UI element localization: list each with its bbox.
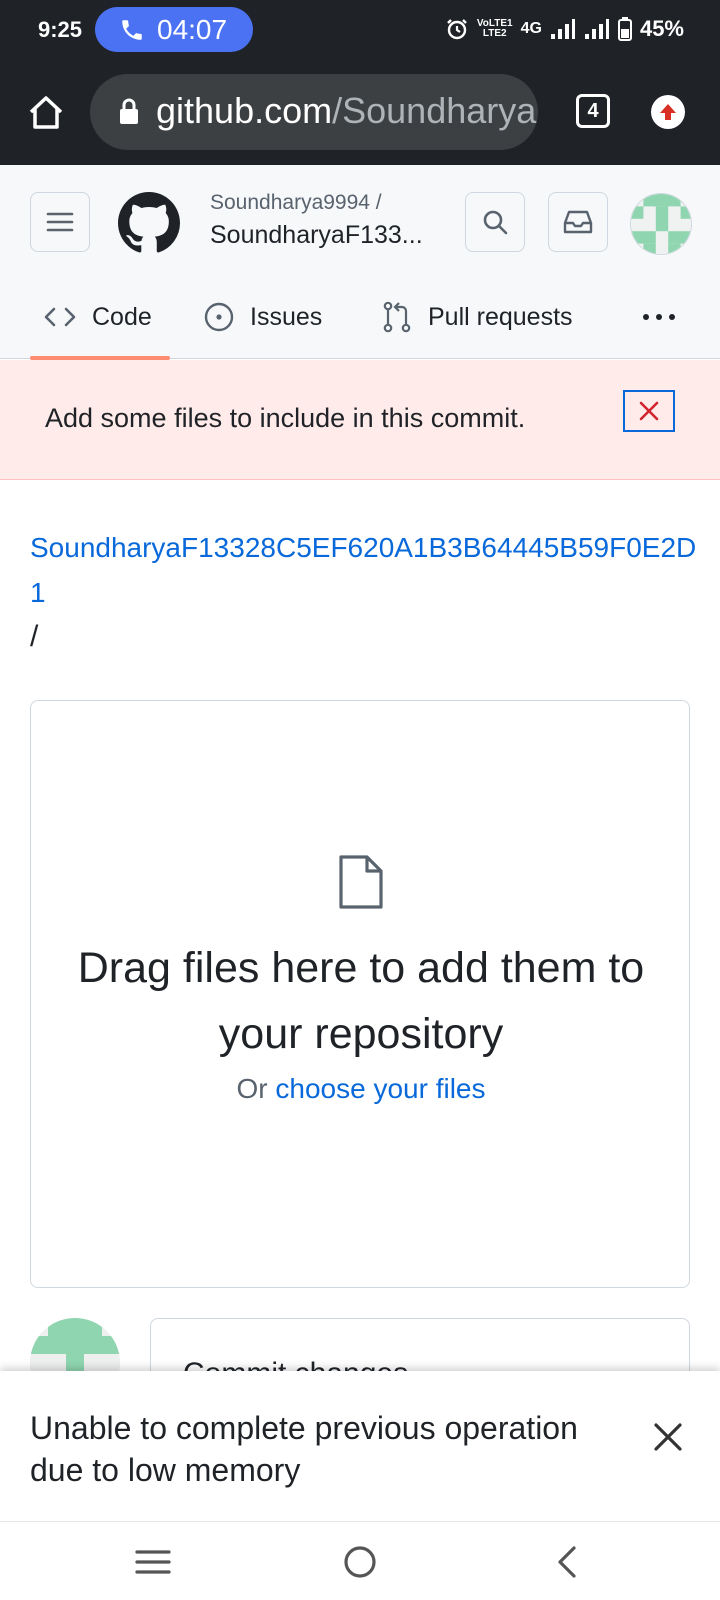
repo-name-link[interactable]: SoundharyaF133... [210,221,423,250]
status-icons: VoLTE1 LTE2 4G 45% [445,16,684,42]
repo-tabs: Code Issues Pull requests [0,275,720,360]
lock-icon [120,98,138,124]
tab-code[interactable]: Code [30,275,170,360]
browser-toolbar: github.com/Soundharya9994/SoundharyaF133… [0,62,720,165]
back-icon[interactable] [548,1542,588,1582]
battery-icon [617,17,632,41]
breadcrumb-repo-link[interactable]: SoundharyaF13328C5EF620A1B3B64445B59F0E2… [30,525,700,615]
status-bar: 9:25 04:07 VoLTE1 LTE2 4G 45% [0,0,720,62]
tab-issues[interactable]: Issues [204,275,322,359]
search-icon [483,210,508,235]
address-bar[interactable]: github.com/Soundharya9994/SoundharyaF133… [90,74,538,150]
repo-owner-link[interactable]: Soundharya9994 / [210,191,382,215]
code-icon [44,307,76,327]
user-avatar[interactable] [630,193,692,255]
issue-icon [204,302,234,332]
network-type: 4G [520,20,542,37]
github-logo-icon[interactable] [118,192,180,254]
breadcrumb-separator: / [30,620,39,653]
system-navigation-bar [0,1521,720,1600]
battery-percent: 45% [639,16,684,41]
url-host: github.com [156,90,333,131]
status-time: 9:25 [38,17,83,42]
snackbar-message: Unable to complete previous operation du… [30,1410,578,1488]
choose-files-link[interactable]: choose your files [275,1073,485,1104]
flash-dismiss-button[interactable] [623,390,675,432]
home-circle-icon[interactable] [340,1542,380,1582]
github-header: Soundharya9994 / SoundharyaF133... Code … [0,165,720,360]
recent-apps-icon[interactable] [133,1542,173,1582]
home-icon[interactable] [26,92,66,132]
close-icon [639,401,659,421]
inbox-button[interactable] [548,192,608,252]
menu-button[interactable] [30,192,90,252]
alarm-icon [447,19,467,40]
url-path: /Soundharya9994/SoundharyaF13328C5EF620A… [332,90,538,131]
ongoing-call-pill[interactable]: 04:07 [95,7,253,52]
drop-zone-title: Drag files here to add them to your repo… [77,944,645,1058]
signal-2-icon [584,19,609,39]
signal-1-icon [550,19,575,39]
update-icon[interactable] [651,95,685,129]
flash-message: Add some files to include in this commit… [45,403,526,433]
tab-switcher-button[interactable]: 4 [576,94,610,128]
flash-error: Add some files to include in this commit… [0,360,720,480]
phone-icon [122,19,142,40]
call-timer: 04:07 [157,13,228,45]
hamburger-icon [46,212,74,232]
pull-request-icon [383,301,411,333]
drop-zone-subtitle: Or choose your files [236,1073,486,1104]
volte-indicator: VoLTE1 LTE2 [476,18,513,39]
inbox-icon [563,210,593,234]
tab-pull-requests[interactable]: Pull requests [382,275,573,359]
identicon-icon [631,194,691,254]
close-icon[interactable] [648,1417,688,1457]
file-drop-zone[interactable]: Drag files here to add them to your repo… [30,700,690,1288]
low-memory-snackbar: Unable to complete previous operation du… [0,1371,720,1521]
more-icon[interactable] [642,313,676,321]
file-icon [339,855,383,909]
search-button[interactable] [465,192,525,252]
